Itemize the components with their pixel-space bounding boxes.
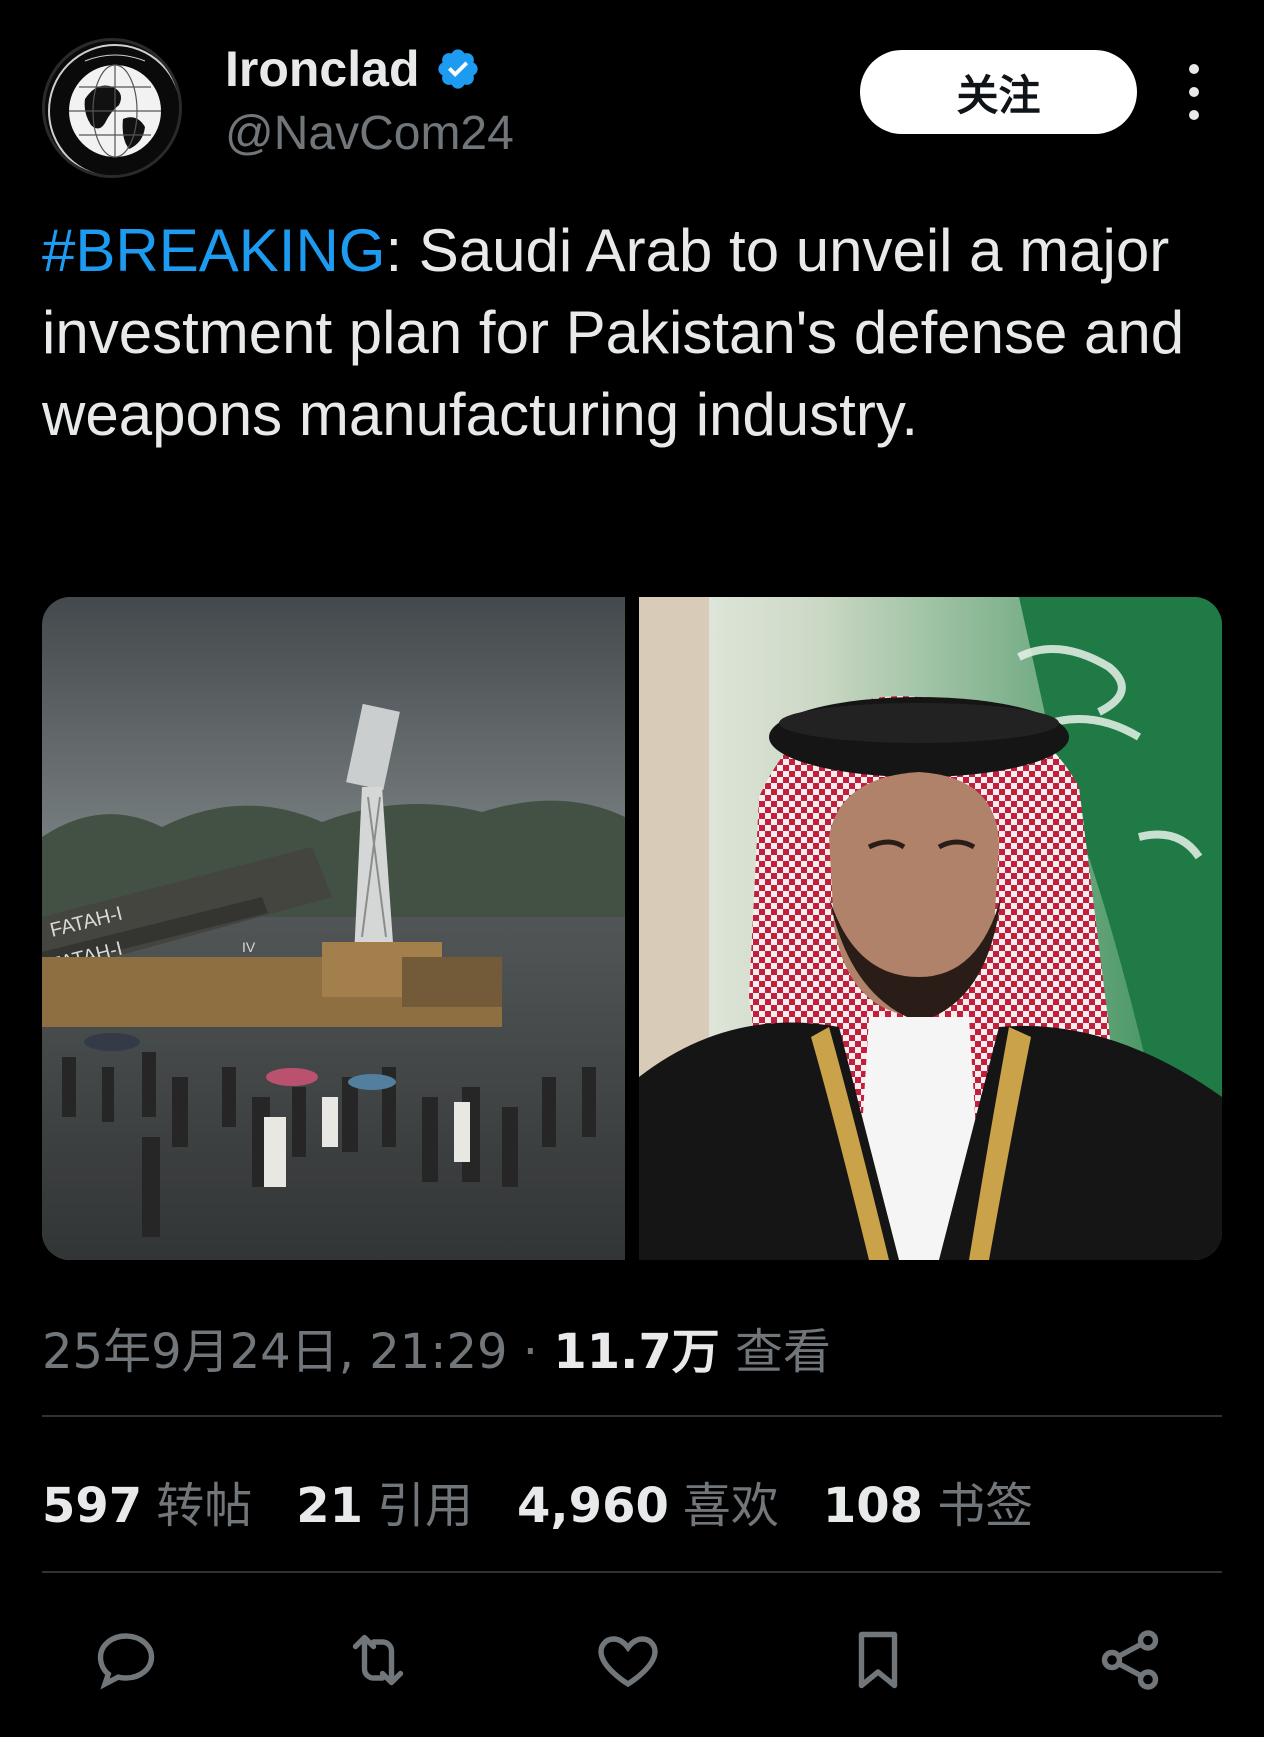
tweet-text: #BREAKING: Saudi Arab to unveil a major … <box>42 210 1222 456</box>
more-options-icon[interactable] <box>1178 64 1210 120</box>
stat-quotes[interactable]: 21 引用 <box>296 1466 473 1536</box>
views-label: 查看 <box>719 1324 832 1380</box>
stat-retweets-count: 597 <box>42 1478 143 1534</box>
stat-likes-count: 4,960 <box>517 1478 669 1534</box>
stat-likes-label: 喜欢 <box>682 1478 779 1534</box>
hashtag-link[interactable]: #BREAKING <box>42 217 385 284</box>
action-bar <box>42 1620 1222 1700</box>
bookmark-icon[interactable] <box>838 1620 918 1700</box>
follow-button[interactable]: 关注 <box>860 50 1137 134</box>
divider-bottom <box>42 1571 1222 1573</box>
media-image-portrait[interactable] <box>639 597 1222 1260</box>
media-gallery: FATAH-I FATAH-I IV <box>42 597 1222 1260</box>
avatar[interactable] <box>42 38 182 178</box>
author-name-text: Ironclad <box>225 41 420 97</box>
share-icon[interactable] <box>1090 1620 1170 1700</box>
timestamp[interactable]: 25年9月24日, 21:29 <box>42 1324 508 1380</box>
retweet-icon[interactable] <box>338 1620 418 1700</box>
verified-badge-icon <box>438 49 479 89</box>
stat-likes[interactable]: 4,960 喜欢 <box>517 1466 779 1536</box>
author-name[interactable]: Ironclad <box>225 40 481 98</box>
media-image-exhibition[interactable]: FATAH-I FATAH-I IV <box>42 597 625 1260</box>
divider-top <box>42 1415 1222 1417</box>
views-count: 11.7万 <box>553 1324 720 1380</box>
reply-icon[interactable] <box>86 1620 166 1700</box>
stat-retweets-label: 转帖 <box>156 1478 253 1534</box>
stat-bookmarks-count: 108 <box>822 1478 924 1534</box>
globe-logo-icon <box>48 44 179 175</box>
like-icon[interactable] <box>588 1620 668 1700</box>
stat-bookmarks-label: 书签 <box>937 1478 1034 1534</box>
exhibition-photo: FATAH-I FATAH-I IV <box>42 597 625 1260</box>
stat-quotes-label: 引用 <box>377 1478 474 1534</box>
engagement-stats: 597 转帖 21 引用 4,960 喜欢 108 书签 <box>42 1466 1033 1536</box>
author-handle[interactable]: @NavCom24 <box>225 106 514 161</box>
stat-quotes-count: 21 <box>296 1478 364 1534</box>
tweet-meta: 25年9月24日, 21:29 · 11.7万 查看 <box>42 1312 831 1382</box>
meta-separator: · <box>507 1324 554 1380</box>
stat-bookmarks[interactable]: 108 书签 <box>823 1466 1033 1536</box>
portrait-photo <box>639 597 1222 1260</box>
stat-retweets[interactable]: 597 转帖 <box>42 1466 252 1536</box>
